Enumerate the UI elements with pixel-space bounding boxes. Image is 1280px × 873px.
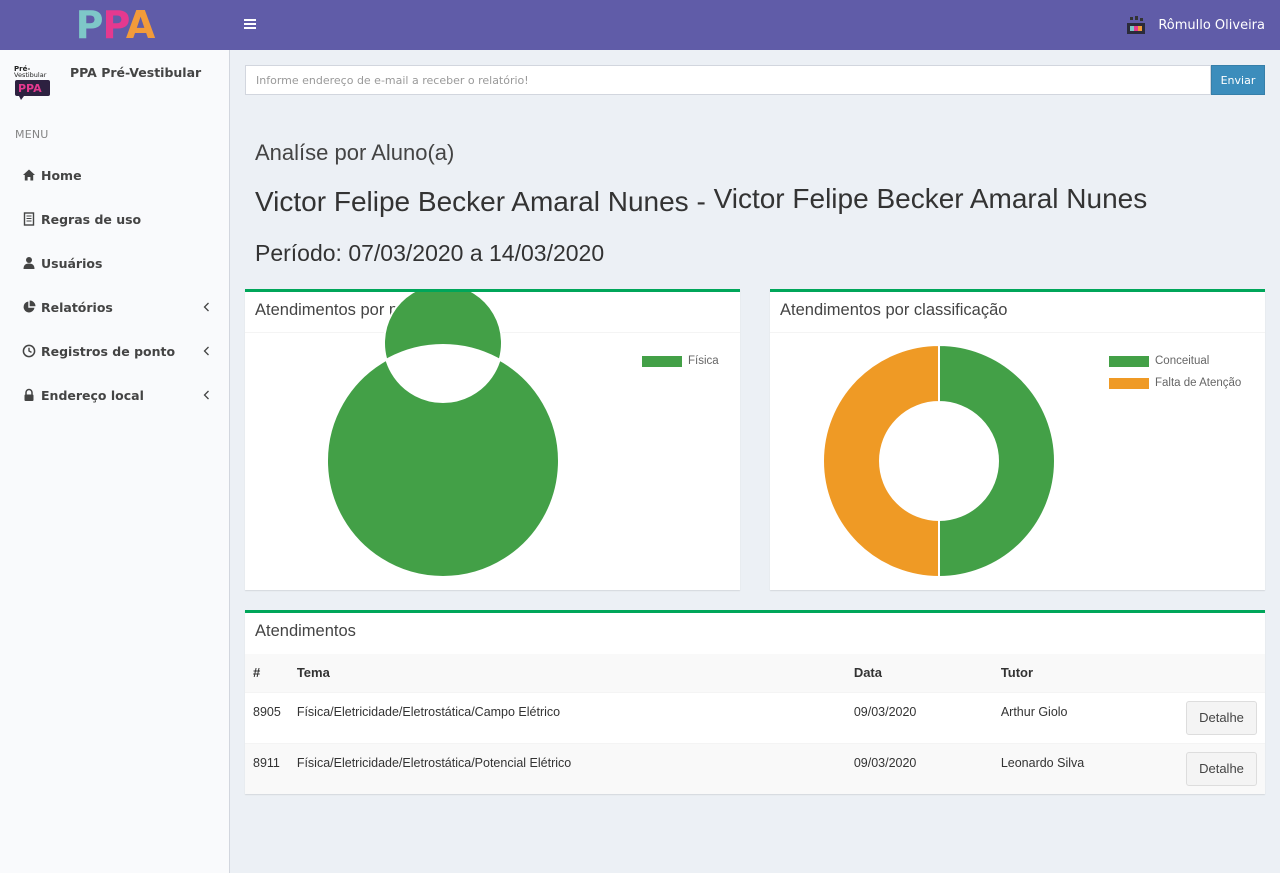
detalhe-button[interactable]: Detalhe	[1186, 700, 1257, 735]
atendimentos-table: # Tema Data Tutor 8905 Física/Eletricida…	[245, 654, 1265, 794]
top-navbar: PPA Rômullo Oliveira	[0, 0, 1280, 50]
chevron-left-icon	[203, 346, 209, 356]
brand-logo-mid: Vestibular	[14, 71, 47, 79]
sidebar-item-usuarios[interactable]: Usuários	[0, 241, 230, 285]
app-logo[interactable]: PPA	[0, 0, 230, 50]
table-row: 8911 Física/Eletricidade/Eletrostática/P…	[245, 742, 1265, 794]
column-header-id: #	[245, 654, 289, 692]
pie-chart-icon	[23, 300, 36, 313]
legend-label: Física	[688, 355, 719, 367]
column-header-action	[1175, 654, 1265, 692]
donut-slice-conceitual[interactable]	[938, 343, 1056, 579]
detalhe-button[interactable]: Detalhe	[1186, 751, 1257, 786]
sidebar-item-relatorios[interactable]: Relatórios	[0, 285, 230, 329]
chart-box-materia: Atendimentos por matéria Física	[245, 289, 740, 590]
menu-toggle-icon[interactable]	[244, 17, 258, 33]
brand-logo-icon: Pré- Vestibular PPA	[14, 65, 50, 100]
sidebar-item-registros[interactable]: Registros de ponto	[0, 329, 230, 373]
sidebar: Pré- Vestibular PPA PPA Pré-Vestibular M…	[0, 50, 230, 873]
cell-tutor: Arthur Giolo	[992, 691, 1175, 743]
sidebar-item-home[interactable]: Home	[0, 153, 230, 197]
chart-box-classificacao: Atendimentos por classificação Conceitua…	[770, 289, 1265, 590]
logo-letter-p2: P	[102, 3, 127, 47]
sidebar-item-label: Regras de uso	[41, 211, 142, 227]
sidebar-item-label: Registros de ponto	[41, 343, 176, 359]
cell-id: 8911	[245, 742, 289, 794]
sidebar-item-endereco[interactable]: Endereço local	[0, 373, 230, 417]
sidebar-item-label: Relatórios	[41, 299, 113, 315]
home-icon	[23, 169, 35, 181]
clock-icon	[22, 344, 36, 358]
legend-item[interactable]: Conceitual	[1109, 355, 1209, 367]
sidebar-item-label: Endereço local	[41, 387, 144, 403]
atendimentos-box: Atendimentos # Tema Data Tutor 8905 Físi…	[245, 610, 1265, 794]
cell-action: Detalhe	[1175, 691, 1265, 743]
legend-swatch	[642, 355, 682, 367]
send-button[interactable]: Enviar	[1211, 65, 1265, 95]
logo-letter-p1: P	[75, 3, 104, 47]
donut-slice-falta-de-aten-o[interactable]	[822, 343, 940, 579]
table-row: 8905 Física/Eletricidade/Eletrostática/C…	[245, 691, 1265, 743]
legend-label: Falta de Atenção	[1155, 377, 1242, 389]
user-icon	[23, 257, 35, 269]
period-heading: Período: 07/03/2020 a 14/03/2020	[255, 240, 605, 266]
document-icon	[23, 212, 35, 226]
cell-id: 8905	[245, 691, 289, 743]
column-header-data: Data	[845, 654, 993, 692]
sidebar-brand: Pré- Vestibular PPA	[14, 64, 52, 102]
student-heading: Victor Felipe Becker Amaral Nunes - Vict…	[255, 183, 1148, 218]
student-name-second: Victor Felipe Becker Amaral Nunes	[713, 183, 1148, 214]
brand-logo-bottom: PPA	[18, 82, 42, 95]
logo-text: PPA	[75, 0, 156, 50]
email-input[interactable]	[245, 65, 1211, 95]
sidebar-item-regras[interactable]: Regras de uso	[0, 197, 230, 241]
sidebar-item-label: Home	[41, 167, 82, 183]
legend-label: Conceitual	[1155, 355, 1210, 367]
cell-action: Detalhe	[1175, 742, 1265, 794]
cell-data: 09/03/2020	[845, 742, 993, 794]
legend-swatch	[1109, 355, 1149, 367]
user-name: Rômullo Oliveira	[1158, 17, 1265, 33]
column-header-tema: Tema	[288, 654, 846, 692]
sidebar-item-label: Usuários	[41, 255, 103, 271]
column-header-tutor: Tutor	[992, 654, 1175, 692]
chevron-left-icon	[203, 302, 209, 312]
logo-letter-a: A	[125, 3, 155, 47]
legend-item[interactable]: Falta de Atenção	[1109, 377, 1241, 389]
cell-tutor: Leonardo Silva	[992, 742, 1175, 794]
donut-slice-f-sica[interactable]	[326, 292, 560, 578]
menu-header: MENU	[15, 128, 49, 141]
student-name-first: Victor Felipe Becker Amaral Nunes	[255, 186, 689, 217]
donut-chart-materia	[326, 292, 560, 578]
page-title: Analíse por Aluno(a)	[255, 140, 455, 165]
user-avatar-icon	[1127, 16, 1146, 34]
cell-tema: Física/Eletricidade/Eletrostática/Potenc…	[288, 742, 846, 794]
table-header-row: # Tema Data Tutor	[245, 654, 1265, 692]
legend-swatch	[1109, 377, 1149, 389]
lock-icon	[24, 388, 34, 401]
cell-data: 09/03/2020	[845, 691, 993, 743]
email-report-form: Enviar	[245, 65, 1265, 95]
chevron-left-icon	[203, 390, 209, 400]
cell-tema: Física/Eletricidade/Eletrostática/Campo …	[288, 691, 846, 743]
legend-item[interactable]: Física	[642, 355, 719, 367]
student-name-separator: -	[696, 186, 706, 217]
brand-name: PPA Pré-Vestibular	[70, 65, 202, 80]
table-title: Atendimentos	[255, 622, 356, 640]
donut-chart-classificacao	[822, 343, 1056, 579]
user-menu[interactable]: Rômullo Oliveira	[1126, 0, 1265, 50]
